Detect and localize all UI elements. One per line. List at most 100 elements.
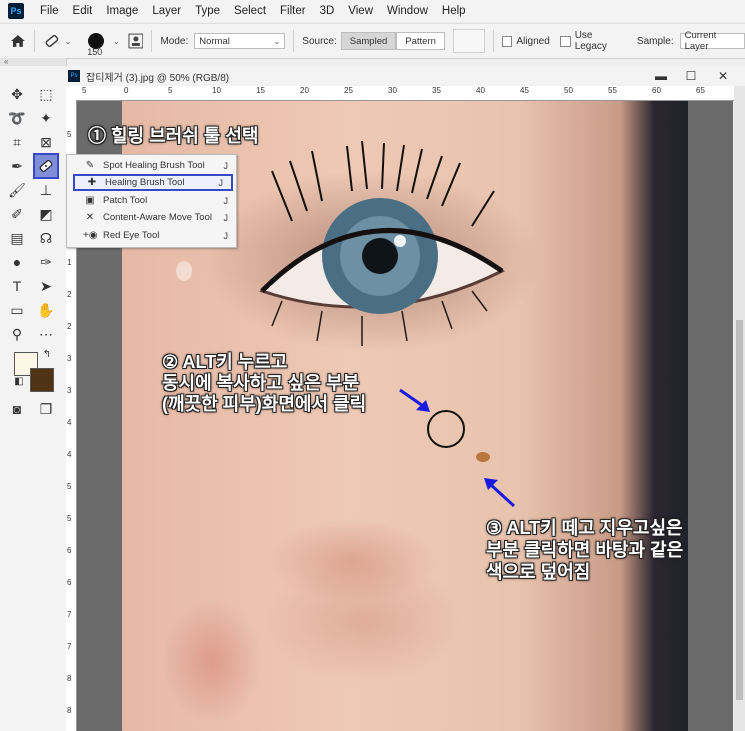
ruler-label: 6	[67, 578, 72, 587]
ruler-label: 8	[67, 706, 72, 715]
screen-mode-icon[interactable]: ❐	[35, 398, 57, 420]
ruler-label: 6	[67, 546, 72, 555]
blur-tool-icon[interactable]: ☊	[35, 227, 57, 249]
scrollbar-thumb[interactable]	[736, 320, 743, 700]
sample-label: Sample:	[636, 35, 674, 47]
move-tool-icon[interactable]: ✥	[6, 83, 28, 105]
brush-picker-chevron-icon[interactable]: ⌄	[113, 37, 120, 46]
healing-brush-tool-icon[interactable]	[43, 32, 61, 50]
menu-layer[interactable]: Layer	[152, 5, 181, 17]
horizontal-ruler[interactable]: 5 0 5 10 15 20 25 30 35 40 45 50 55 60 6…	[76, 86, 734, 101]
document-tab[interactable]: Ps 잡티제거 (3).jpg @ 50% (RGB/8) ▬ ☐ ✕	[66, 66, 745, 87]
clone-stamp-tool-icon[interactable]: ⊥	[35, 179, 57, 201]
ruler-label: 3	[67, 386, 72, 395]
source-sampled-button[interactable]: Sampled	[340, 32, 397, 50]
menu-file[interactable]: File	[40, 5, 59, 17]
eyedropper-tool-icon[interactable]: ✒	[6, 155, 28, 177]
path-selection-tool-icon[interactable]: ➤	[35, 275, 57, 297]
history-brush-tool-icon[interactable]: ✐	[6, 203, 28, 225]
flyout-item-label: Content-Aware Move Tool	[103, 212, 212, 223]
step3-annotation-line1: ③ ALT키 떼고 지우고싶은	[486, 518, 683, 538]
step2-annotation-line3: (깨끗한 피부)화면에서 클릭	[162, 394, 367, 414]
brush-tool-icon[interactable]: 🖌	[6, 179, 28, 201]
flyout-item-red-eye[interactable]: +◉ Red Eye Tool J	[67, 227, 236, 244]
flyout-item-healing-brush[interactable]: ✚ Healing Brush Tool J	[73, 174, 233, 191]
rectangle-tool-icon[interactable]: ▭	[6, 299, 28, 321]
gradient-tool-icon[interactable]: ▤	[6, 227, 28, 249]
content-aware-move-icon: ✕	[85, 212, 95, 223]
lasso-tool-icon[interactable]: ➰	[6, 107, 28, 129]
menu-filter[interactable]: Filter	[280, 5, 306, 17]
ruler-label: 7	[67, 610, 72, 619]
mode-value: Normal	[199, 35, 230, 47]
aligned-label: Aligned	[516, 35, 550, 47]
zoom-tool-icon[interactable]: ⚲	[6, 323, 28, 345]
ruler-label: 3	[67, 354, 72, 363]
brush-settings-icon[interactable]	[128, 33, 144, 49]
hand-tool-icon[interactable]: ✋	[35, 299, 57, 321]
brush-preset-picker[interactable]: 150	[81, 26, 111, 57]
use-legacy-checkbox[interactable]	[559, 35, 571, 47]
chevron-down-icon: ⌄	[273, 36, 281, 46]
flyout-item-patch[interactable]: ▣ Patch Tool J	[67, 192, 236, 209]
flyout-item-label: Patch Tool	[103, 195, 148, 206]
ruler-label: 0	[124, 86, 129, 95]
type-tool-icon[interactable]: T	[6, 275, 28, 297]
ruler-label: 60	[652, 86, 661, 95]
restore-button[interactable]: ☐	[676, 66, 706, 86]
ruler-label: 7	[67, 642, 72, 651]
close-button[interactable]: ✕	[708, 66, 738, 86]
ruler-label: 25	[344, 86, 353, 95]
patch-icon: ▣	[85, 195, 95, 206]
ruler-label: 15	[256, 86, 265, 95]
menu-edit[interactable]: Edit	[73, 5, 93, 17]
photoshop-logo[interactable]: Ps	[8, 3, 24, 19]
menu-bar: Ps File Edit Image Layer Type Select Fil…	[0, 0, 745, 22]
frame-tool-icon[interactable]: ⊠	[35, 131, 57, 153]
marquee-tool-icon[interactable]: ⬚	[35, 83, 57, 105]
flyout-item-label: Spot Healing Brush Tool	[103, 160, 205, 171]
ruler-label: 65	[696, 86, 705, 95]
menu-help[interactable]: Help	[442, 5, 466, 17]
options-bar: ⌄ 150 ⌄ Mode: Normal ⌄ Source: Sampled P…	[0, 23, 745, 59]
quick-mask-icon[interactable]: ◙	[6, 398, 28, 420]
more-tools-icon[interactable]: ⋯	[35, 323, 57, 345]
menu-view[interactable]: View	[348, 5, 373, 17]
menu-select[interactable]: Select	[234, 5, 266, 17]
pattern-picker[interactable]	[452, 29, 485, 53]
background-color-swatch[interactable]	[30, 368, 54, 392]
aligned-checkbox[interactable]	[501, 35, 513, 47]
ruler-label: 2	[67, 322, 72, 331]
magic-wand-tool-icon[interactable]: ✦	[35, 107, 57, 129]
swap-colors-icon[interactable]: ↰	[40, 347, 54, 361]
panel-collapse-icon[interactable]: «	[0, 58, 66, 66]
pen-tool-icon[interactable]: ✑	[35, 251, 57, 273]
flyout-item-spot-healing-brush[interactable]: ✎ Spot Healing Brush Tool J	[67, 157, 236, 174]
home-icon[interactable]	[10, 33, 26, 49]
healing-brush-icon: ✚	[87, 177, 97, 188]
tool-preset-chevron-icon[interactable]: ⌄	[65, 37, 72, 46]
source-pattern-button[interactable]: Pattern	[396, 32, 445, 50]
sample-value: Current Layer	[684, 30, 717, 52]
menu-image[interactable]: Image	[106, 5, 138, 17]
mode-label: Mode:	[160, 35, 189, 47]
healing-brush-tool-button[interactable]	[33, 153, 59, 179]
menu-type[interactable]: Type	[195, 5, 220, 17]
ruler-label: 30	[388, 86, 397, 95]
flyout-item-content-aware-move[interactable]: ✕ Content-Aware Move Tool J	[67, 209, 236, 226]
flyout-item-shortcut: J	[223, 195, 229, 206]
flyout-item-label: Healing Brush Tool	[105, 177, 185, 188]
ruler-label: 4	[67, 450, 72, 459]
sample-select[interactable]: Current Layer	[679, 30, 745, 52]
step2-annotation-line2: 동시에 복사하고 싶은 부분	[162, 373, 360, 393]
ruler-label: 5	[168, 86, 173, 95]
minimize-button[interactable]: ▬	[646, 66, 676, 86]
eraser-tool-icon[interactable]: ◩	[35, 203, 57, 225]
default-colors-icon[interactable]: ◧	[12, 374, 26, 388]
crop-tool-icon[interactable]: ⌗	[6, 131, 28, 153]
menu-3d[interactable]: 3D	[320, 5, 335, 17]
dodge-tool-icon[interactable]: ●	[6, 251, 28, 273]
step3-annotation-line3: 색으로 덮어짐	[486, 562, 591, 582]
mode-select[interactable]: Normal ⌄	[194, 33, 286, 49]
menu-window[interactable]: Window	[387, 5, 428, 17]
